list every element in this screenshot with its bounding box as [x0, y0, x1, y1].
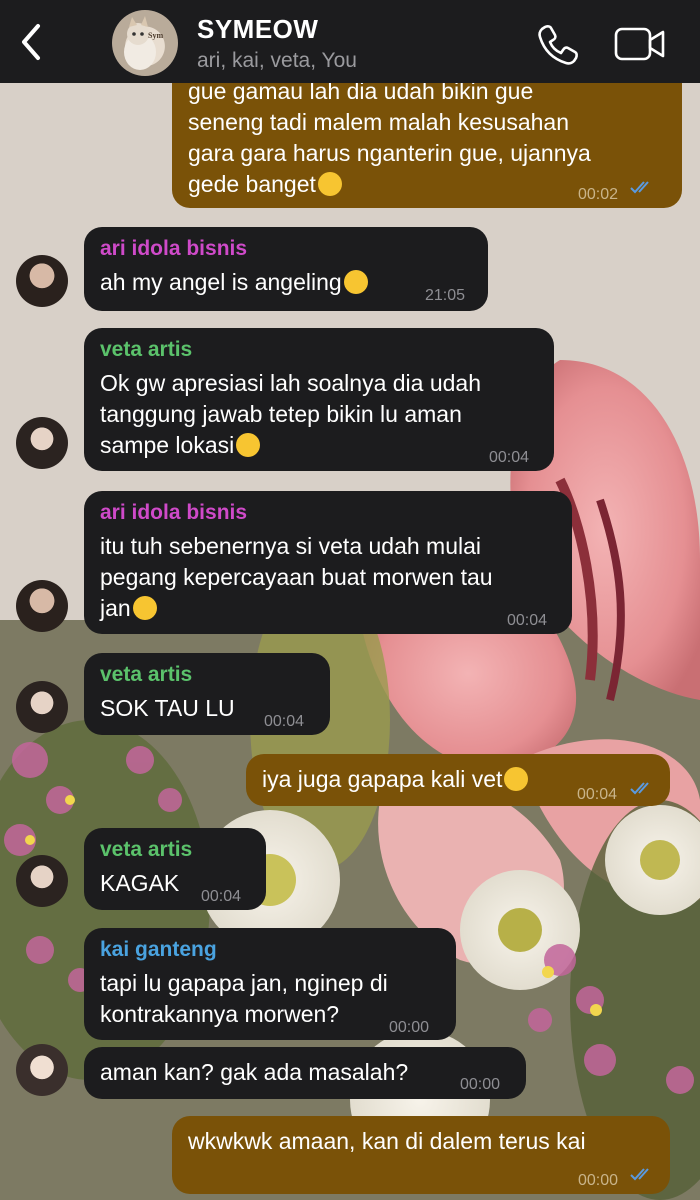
svg-text:Sym: Sym	[148, 31, 163, 40]
incoming-message-bubble[interactable]: veta artis KAGAK 00:04	[84, 828, 266, 910]
grimacing-face-emoji-icon	[132, 596, 157, 620]
message-text-line-wrap: jan	[100, 593, 157, 624]
sender-name: ari idola bisnis	[100, 237, 248, 260]
incoming-message-bubble[interactable]: kai ganteng tapi lu gapapa jan, nginep d…	[84, 928, 456, 1040]
message-text-line: itu tuh sebenernya si veta udah mulai	[100, 533, 482, 559]
message-text-line: aman kan? gak ada masalah?	[100, 1059, 409, 1085]
message-text-line: kontrakannya morwen?	[100, 1001, 340, 1027]
message-text-line: gara gara harus nganterin gue, ujannya	[188, 140, 591, 166]
incoming-message-bubble[interactable]: veta artis Ok gw apresiasi lah soalnya d…	[84, 328, 554, 471]
message-text-line-wrap: iya juga gapapa kali vet	[262, 764, 529, 795]
message-text-line: seneng tadi malem malah kesusahan	[188, 109, 570, 135]
message-text-line: tanggung jawab tetep bikin lu aman	[100, 401, 462, 427]
message-timestamp: 00:00	[578, 1172, 619, 1189]
message-timestamp: 00:04	[577, 786, 618, 803]
avatar-veta[interactable]	[16, 855, 68, 907]
sender-name: veta artis	[100, 338, 193, 361]
incoming-message-bubble[interactable]: aman kan? gak ada masalah? 00:00	[84, 1047, 526, 1099]
message-text-line: KAGAK	[100, 870, 180, 896]
sender-name: ari idola bisnis	[100, 501, 248, 524]
incoming-message-bubble[interactable]: ari idola bisnis ah my angel is angeling…	[84, 227, 488, 311]
message-text-line: wkwkwk amaan, kan di dalem terus kai	[188, 1128, 586, 1154]
frowning-face-emoji-icon	[317, 172, 342, 196]
message-text-line: gede banget	[188, 171, 316, 197]
avatar-ari[interactable]	[16, 255, 68, 307]
avatar-veta[interactable]	[16, 417, 68, 469]
sender-name: veta artis	[100, 838, 193, 861]
message-text-line: Ok gw apresiasi lah soalnya dia udah	[100, 370, 482, 396]
pensive-face-emoji-icon	[343, 270, 368, 294]
group-members: ari, kai, veta, You	[197, 49, 357, 72]
group-avatar[interactable]: Sym	[112, 10, 178, 76]
message-text-line: pegang kepercayaan buat morwen tau	[100, 564, 493, 590]
cat-logo-icon: Sym	[124, 16, 163, 70]
message-text-line: SOK TAU LU	[100, 695, 235, 721]
rolling-on-floor-laughing-emoji-icon	[504, 767, 529, 791]
message-timestamp: 00:04	[264, 713, 305, 730]
sender-name: kai ganteng	[100, 938, 217, 961]
message-text-line-wrap: ah my angel is angeling	[100, 267, 368, 298]
message-text-line: ah my angel is angeling	[100, 269, 342, 295]
message-timestamp: 00:00	[460, 1076, 501, 1093]
sender-name: veta artis	[100, 663, 193, 686]
message-text-line: jan	[100, 595, 131, 621]
incoming-message-bubble[interactable]: ari idola bisnis itu tuh sebenernya si v…	[84, 491, 572, 634]
outgoing-message-bubble[interactable]: iya juga gapapa kali vet 00:04	[246, 754, 670, 806]
message-text-line: iya juga gapapa kali vet	[262, 766, 503, 792]
message-timestamp: 00:04	[507, 612, 548, 629]
group-title: SYMEOW	[197, 14, 319, 44]
message-text-line-wrap: gede banget	[188, 169, 342, 200]
message-timestamp: 00:04	[489, 449, 530, 466]
message-text-line: tapi lu gapapa jan, nginep di	[100, 970, 388, 996]
chat-header: Sym SYMEOW ari, kai, veta, You	[0, 0, 700, 83]
read-receipt-double-check-icon	[630, 1168, 649, 1181]
unamused-face-emoji-icon	[236, 433, 261, 457]
avatar-veta[interactable]	[16, 681, 68, 733]
outgoing-message-bubble[interactable]: wkwkwk amaan, kan di dalem terus kai 00:…	[172, 1116, 670, 1194]
message-timestamp: 00:02	[578, 186, 619, 203]
read-receipt-double-check-icon	[630, 782, 649, 795]
outgoing-message-bubble[interactable]: gue gamau lah dia udah bikin gue seneng …	[172, 62, 682, 208]
phone-call-icon[interactable]	[536, 22, 580, 66]
read-receipt-double-check-icon	[630, 181, 649, 194]
message-text-line-wrap: sampe lokasi	[100, 430, 261, 461]
incoming-message-bubble[interactable]: veta artis SOK TAU LU 00:04	[84, 653, 330, 735]
message-timestamp: 00:04	[201, 888, 242, 905]
avatar-ari[interactable]	[16, 580, 68, 632]
message-text-line: sampe lokasi	[100, 432, 235, 458]
avatar-kai[interactable]	[16, 1044, 68, 1096]
video-call-icon[interactable]	[614, 26, 666, 62]
back-chevron-icon[interactable]	[14, 18, 50, 66]
message-timestamp: 00:00	[389, 1019, 430, 1036]
message-timestamp: 21:05	[425, 287, 466, 304]
